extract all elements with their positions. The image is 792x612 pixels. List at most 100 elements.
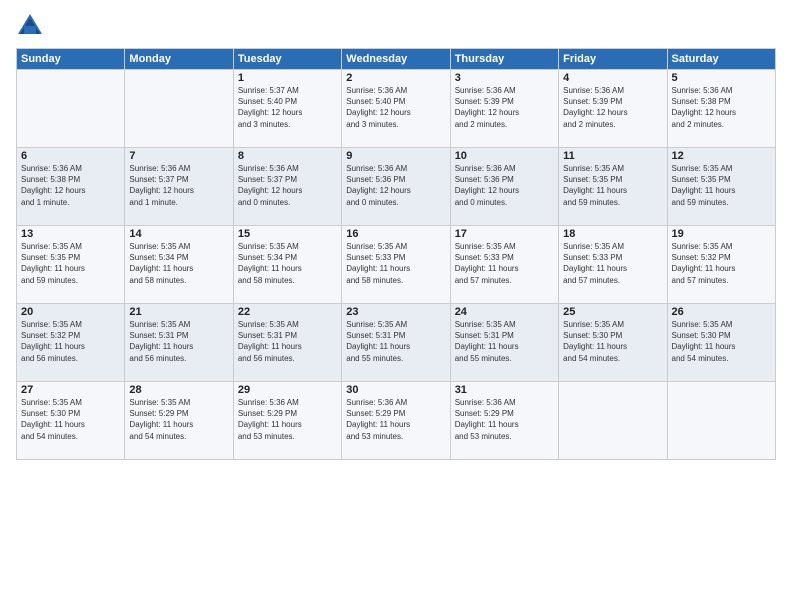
day-info: Sunrise: 5:35 AM Sunset: 5:31 PM Dayligh… (346, 319, 445, 364)
calendar-cell: 29Sunrise: 5:36 AM Sunset: 5:29 PM Dayli… (233, 382, 341, 460)
day-info: Sunrise: 5:36 AM Sunset: 5:40 PM Dayligh… (346, 85, 445, 130)
day-info: Sunrise: 5:35 AM Sunset: 5:34 PM Dayligh… (129, 241, 228, 286)
day-number: 18 (563, 228, 662, 240)
day-number: 30 (346, 384, 445, 396)
calendar-table: SundayMondayTuesdayWednesdayThursdayFrid… (16, 48, 776, 460)
day-number: 16 (346, 228, 445, 240)
day-info: Sunrise: 5:36 AM Sunset: 5:29 PM Dayligh… (346, 397, 445, 442)
calendar-cell: 4Sunrise: 5:36 AM Sunset: 5:39 PM Daylig… (559, 70, 667, 148)
day-info: Sunrise: 5:35 AM Sunset: 5:30 PM Dayligh… (563, 319, 662, 364)
day-info: Sunrise: 5:35 AM Sunset: 5:34 PM Dayligh… (238, 241, 337, 286)
day-info: Sunrise: 5:36 AM Sunset: 5:36 PM Dayligh… (346, 163, 445, 208)
calendar-cell: 23Sunrise: 5:35 AM Sunset: 5:31 PM Dayli… (342, 304, 450, 382)
day-info: Sunrise: 5:35 AM Sunset: 5:32 PM Dayligh… (21, 319, 120, 364)
day-number: 6 (21, 150, 120, 162)
day-number: 11 (563, 150, 662, 162)
weekday-header: Tuesday (233, 49, 341, 70)
day-number: 27 (21, 384, 120, 396)
day-info: Sunrise: 5:36 AM Sunset: 5:37 PM Dayligh… (129, 163, 228, 208)
calendar-cell: 30Sunrise: 5:36 AM Sunset: 5:29 PM Dayli… (342, 382, 450, 460)
day-number: 8 (238, 150, 337, 162)
calendar-body: 1Sunrise: 5:37 AM Sunset: 5:40 PM Daylig… (17, 70, 776, 460)
calendar-cell (125, 70, 233, 148)
calendar-cell: 24Sunrise: 5:35 AM Sunset: 5:31 PM Dayli… (450, 304, 558, 382)
day-info: Sunrise: 5:35 AM Sunset: 5:29 PM Dayligh… (129, 397, 228, 442)
day-info: Sunrise: 5:35 AM Sunset: 5:31 PM Dayligh… (455, 319, 554, 364)
day-info: Sunrise: 5:36 AM Sunset: 5:36 PM Dayligh… (455, 163, 554, 208)
calendar-cell: 8Sunrise: 5:36 AM Sunset: 5:37 PM Daylig… (233, 148, 341, 226)
calendar-cell: 7Sunrise: 5:36 AM Sunset: 5:37 PM Daylig… (125, 148, 233, 226)
day-number: 17 (455, 228, 554, 240)
calendar-cell: 22Sunrise: 5:35 AM Sunset: 5:31 PM Dayli… (233, 304, 341, 382)
day-number: 28 (129, 384, 228, 396)
day-number: 9 (346, 150, 445, 162)
calendar-cell: 19Sunrise: 5:35 AM Sunset: 5:32 PM Dayli… (667, 226, 775, 304)
day-number: 31 (455, 384, 554, 396)
calendar-cell: 11Sunrise: 5:35 AM Sunset: 5:35 PM Dayli… (559, 148, 667, 226)
day-number: 19 (672, 228, 771, 240)
day-number: 10 (455, 150, 554, 162)
page-header (16, 12, 776, 40)
day-number: 5 (672, 72, 771, 84)
day-number: 15 (238, 228, 337, 240)
day-info: Sunrise: 5:35 AM Sunset: 5:31 PM Dayligh… (238, 319, 337, 364)
day-info: Sunrise: 5:36 AM Sunset: 5:37 PM Dayligh… (238, 163, 337, 208)
calendar-cell: 1Sunrise: 5:37 AM Sunset: 5:40 PM Daylig… (233, 70, 341, 148)
calendar-cell: 9Sunrise: 5:36 AM Sunset: 5:36 PM Daylig… (342, 148, 450, 226)
day-number: 2 (346, 72, 445, 84)
day-info: Sunrise: 5:35 AM Sunset: 5:33 PM Dayligh… (455, 241, 554, 286)
weekday-header: Wednesday (342, 49, 450, 70)
day-number: 23 (346, 306, 445, 318)
day-info: Sunrise: 5:35 AM Sunset: 5:30 PM Dayligh… (21, 397, 120, 442)
calendar-header-row: SundayMondayTuesdayWednesdayThursdayFrid… (17, 49, 776, 70)
day-info: Sunrise: 5:35 AM Sunset: 5:33 PM Dayligh… (346, 241, 445, 286)
calendar-cell: 10Sunrise: 5:36 AM Sunset: 5:36 PM Dayli… (450, 148, 558, 226)
calendar-cell: 20Sunrise: 5:35 AM Sunset: 5:32 PM Dayli… (17, 304, 125, 382)
day-number: 7 (129, 150, 228, 162)
calendar-cell: 14Sunrise: 5:35 AM Sunset: 5:34 PM Dayli… (125, 226, 233, 304)
calendar-cell: 12Sunrise: 5:35 AM Sunset: 5:35 PM Dayli… (667, 148, 775, 226)
day-info: Sunrise: 5:35 AM Sunset: 5:33 PM Dayligh… (563, 241, 662, 286)
calendar-cell (17, 70, 125, 148)
calendar-cell: 15Sunrise: 5:35 AM Sunset: 5:34 PM Dayli… (233, 226, 341, 304)
day-info: Sunrise: 5:35 AM Sunset: 5:31 PM Dayligh… (129, 319, 228, 364)
day-info: Sunrise: 5:35 AM Sunset: 5:32 PM Dayligh… (672, 241, 771, 286)
day-info: Sunrise: 5:36 AM Sunset: 5:29 PM Dayligh… (455, 397, 554, 442)
weekday-header: Monday (125, 49, 233, 70)
calendar-cell: 16Sunrise: 5:35 AM Sunset: 5:33 PM Dayli… (342, 226, 450, 304)
day-number: 21 (129, 306, 228, 318)
calendar-week-row: 1Sunrise: 5:37 AM Sunset: 5:40 PM Daylig… (17, 70, 776, 148)
day-number: 13 (21, 228, 120, 240)
calendar-week-row: 13Sunrise: 5:35 AM Sunset: 5:35 PM Dayli… (17, 226, 776, 304)
calendar-cell: 13Sunrise: 5:35 AM Sunset: 5:35 PM Dayli… (17, 226, 125, 304)
calendar-week-row: 6Sunrise: 5:36 AM Sunset: 5:38 PM Daylig… (17, 148, 776, 226)
day-info: Sunrise: 5:35 AM Sunset: 5:35 PM Dayligh… (672, 163, 771, 208)
calendar-cell: 27Sunrise: 5:35 AM Sunset: 5:30 PM Dayli… (17, 382, 125, 460)
calendar-cell: 6Sunrise: 5:36 AM Sunset: 5:38 PM Daylig… (17, 148, 125, 226)
day-info: Sunrise: 5:37 AM Sunset: 5:40 PM Dayligh… (238, 85, 337, 130)
day-info: Sunrise: 5:35 AM Sunset: 5:35 PM Dayligh… (21, 241, 120, 286)
day-info: Sunrise: 5:36 AM Sunset: 5:38 PM Dayligh… (21, 163, 120, 208)
day-info: Sunrise: 5:36 AM Sunset: 5:29 PM Dayligh… (238, 397, 337, 442)
day-info: Sunrise: 5:36 AM Sunset: 5:38 PM Dayligh… (672, 85, 771, 130)
calendar-cell: 2Sunrise: 5:36 AM Sunset: 5:40 PM Daylig… (342, 70, 450, 148)
day-info: Sunrise: 5:35 AM Sunset: 5:30 PM Dayligh… (672, 319, 771, 364)
day-number: 3 (455, 72, 554, 84)
day-number: 12 (672, 150, 771, 162)
day-info: Sunrise: 5:36 AM Sunset: 5:39 PM Dayligh… (455, 85, 554, 130)
logo (16, 12, 48, 40)
calendar-cell: 21Sunrise: 5:35 AM Sunset: 5:31 PM Dayli… (125, 304, 233, 382)
day-info: Sunrise: 5:35 AM Sunset: 5:35 PM Dayligh… (563, 163, 662, 208)
weekday-header: Sunday (17, 49, 125, 70)
day-number: 26 (672, 306, 771, 318)
calendar-cell: 18Sunrise: 5:35 AM Sunset: 5:33 PM Dayli… (559, 226, 667, 304)
calendar-week-row: 20Sunrise: 5:35 AM Sunset: 5:32 PM Dayli… (17, 304, 776, 382)
day-number: 4 (563, 72, 662, 84)
weekday-header: Saturday (667, 49, 775, 70)
calendar-cell (667, 382, 775, 460)
day-number: 14 (129, 228, 228, 240)
calendar-cell: 31Sunrise: 5:36 AM Sunset: 5:29 PM Dayli… (450, 382, 558, 460)
day-info: Sunrise: 5:36 AM Sunset: 5:39 PM Dayligh… (563, 85, 662, 130)
calendar-cell: 26Sunrise: 5:35 AM Sunset: 5:30 PM Dayli… (667, 304, 775, 382)
calendar-cell: 3Sunrise: 5:36 AM Sunset: 5:39 PM Daylig… (450, 70, 558, 148)
